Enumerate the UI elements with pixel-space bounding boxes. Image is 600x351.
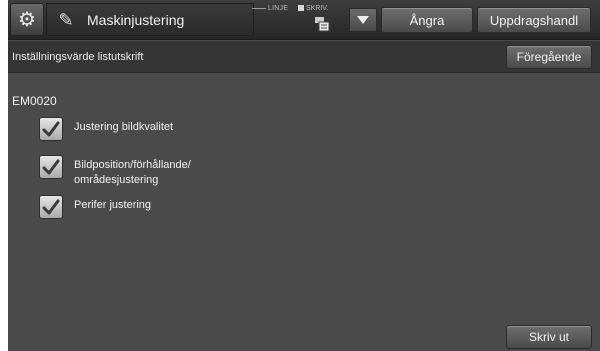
home-button[interactable]: ⚙ bbox=[10, 3, 44, 36]
line-status: LINJE bbox=[252, 5, 288, 12]
sub-header-title: Inställningsvärde listutskrift bbox=[12, 51, 144, 63]
option-peripheral[interactable]: Perifer justering bbox=[39, 195, 151, 219]
top-bar: ⚙ ✎ Maskinjustering LINJE SKRIV. Ångra U… bbox=[8, 0, 600, 40]
triangle-down-icon bbox=[357, 16, 369, 24]
option-label: Bildposition/förhållande/ områdesjusteri… bbox=[74, 159, 191, 186]
checkmark-icon bbox=[42, 121, 60, 137]
option-label: Perifer justering bbox=[74, 199, 152, 211]
previous-button[interactable]: Föregående bbox=[506, 45, 592, 69]
screen-title-box: ✎ Maskinjustering bbox=[46, 3, 254, 36]
section-code: EM0020 bbox=[12, 94, 57, 108]
print-status-square bbox=[298, 5, 304, 12]
screen-title: Maskinjustering bbox=[87, 11, 185, 28]
print-status-label: SKRIV. bbox=[306, 5, 329, 12]
print-button[interactable]: Skriv ut bbox=[506, 325, 592, 349]
checkmark-icon bbox=[42, 159, 60, 175]
option-image-position[interactable]: Bildposition/förhållande/ områdesjusteri… bbox=[39, 155, 191, 188]
line-status-dash bbox=[252, 7, 266, 9]
sub-header: Inställningsvärde listutskrift Föregåend… bbox=[8, 41, 600, 73]
option-image-quality[interactable]: Justering bildkvalitet bbox=[39, 117, 173, 141]
machine-settings-icon: ⚙ bbox=[18, 9, 36, 31]
print-job-icon bbox=[315, 17, 330, 32]
machine-adjustment-screen: ⚙ ✎ Maskinjustering LINJE SKRIV. Ångra U… bbox=[8, 0, 600, 351]
menu-dropdown-button[interactable] bbox=[349, 8, 377, 32]
checkbox[interactable] bbox=[39, 195, 63, 219]
checkbox[interactable] bbox=[39, 155, 63, 179]
job-list-button[interactable]: Uppdragshandl bbox=[477, 7, 591, 33]
print-status: SKRIV. bbox=[298, 5, 328, 12]
checkbox[interactable] bbox=[39, 117, 63, 141]
option-label: Justering bildkvalitet bbox=[74, 121, 174, 133]
undo-button[interactable]: Ångra bbox=[381, 7, 473, 33]
checkmark-icon bbox=[42, 199, 60, 215]
adjustment-icon: ✎ bbox=[58, 9, 74, 30]
line-status-label: LINJE bbox=[268, 5, 289, 12]
